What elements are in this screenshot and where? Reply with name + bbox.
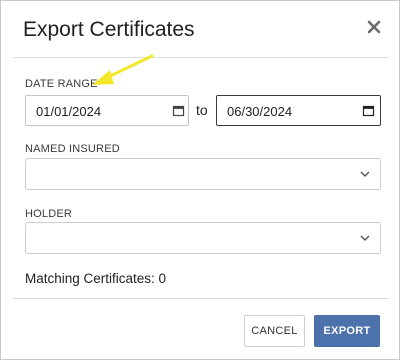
footer-divider bbox=[13, 298, 389, 299]
chevron-down-icon bbox=[360, 235, 370, 241]
named-insured-select[interactable] bbox=[25, 158, 381, 190]
holder-label: HOLDER bbox=[25, 208, 73, 220]
end-date-value: 06/30/2024 bbox=[227, 104, 293, 119]
cancel-button[interactable]: CANCEL bbox=[244, 315, 305, 347]
export-button[interactable]: EXPORT bbox=[314, 315, 380, 347]
dialog-title: Export Certificates bbox=[23, 18, 195, 41]
holder-select[interactable] bbox=[25, 222, 381, 254]
date-range-separator: to bbox=[196, 102, 208, 118]
date-range-label: DATE RANGE bbox=[25, 78, 98, 90]
export-certificates-dialog: Export Certificates DATE RANGE 01/01/202… bbox=[0, 0, 400, 360]
end-date-input[interactable]: 06/30/2024 bbox=[216, 95, 381, 126]
header-divider bbox=[13, 57, 389, 58]
calendar-icon[interactable] bbox=[172, 104, 185, 117]
close-icon bbox=[367, 20, 381, 34]
matching-certificates-count: Matching Certificates: 0 bbox=[25, 271, 167, 286]
start-date-input[interactable]: 01/01/2024 bbox=[25, 95, 189, 126]
close-button[interactable] bbox=[365, 18, 383, 36]
start-date-value: 01/01/2024 bbox=[36, 104, 102, 119]
named-insured-label: NAMED INSURED bbox=[25, 143, 120, 155]
chevron-down-icon bbox=[360, 171, 370, 177]
calendar-icon[interactable] bbox=[362, 104, 375, 117]
